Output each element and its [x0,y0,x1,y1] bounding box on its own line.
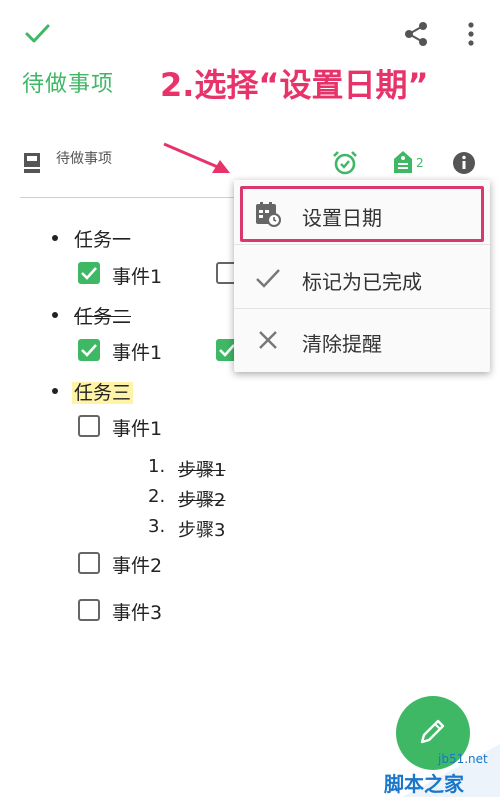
pointer-arrow-icon [163,142,230,173]
alarm-icon[interactable] [332,150,358,176]
event-checkbox-checked[interactable] [78,262,100,284]
share-icon[interactable] [402,20,430,48]
annotation-text: 2.选择“设置日期” [160,66,429,104]
step-3-text[interactable]: 步骤3 [178,516,225,542]
bullet [52,388,58,394]
event-2-text[interactable]: 事件2 [112,551,162,578]
event-1-text[interactable]: 事件1 [112,414,162,441]
menu-item-clear-reminder[interactable]: 清除提醒 [234,308,490,372]
notebook-icon [24,153,40,173]
event-3-text[interactable]: 事件3 [112,598,162,625]
menu-divider [234,244,490,245]
event-1-text[interactable]: 事件1 [112,262,162,289]
task-1-text[interactable]: 任务一 [74,225,131,252]
tag-icon[interactable] [392,150,414,174]
pencil-icon [420,719,445,744]
menu-item-mark-done[interactable]: 标记为已完成 [234,246,490,310]
bullet [52,312,58,318]
step-1-text[interactable]: 步骤1 [178,456,225,482]
menu-item-label: 清除提醒 [302,332,382,356]
step-2-text[interactable]: 步骤2 [178,486,225,512]
task-2-text[interactable]: 任务二 [74,302,131,329]
info-icon[interactable] [452,151,476,175]
event-checkbox-unchecked[interactable] [78,552,100,574]
bullet [52,235,58,241]
check-icon [256,269,280,288]
watermark-brand: 脚本之家 [384,772,464,796]
event-checkbox-checked[interactable] [78,339,100,361]
annotation-highlight-box [240,186,484,242]
watermark-site: jb51.net [438,752,488,766]
menu-item-label: 标记为已完成 [302,270,422,294]
event-checkbox-unchecked[interactable] [78,415,100,437]
task-3-text[interactable]: 任务三 [72,378,134,405]
note-title[interactable]: 待做事项 [22,66,114,98]
more-vert-icon[interactable] [458,20,484,48]
event-checkbox-unchecked[interactable] [78,599,100,621]
step-number: 3. [148,516,166,537]
tag-count: 2 [416,156,424,170]
notebook-name[interactable]: 待做事项 [56,148,112,168]
task-3-highlight: 任务三 [72,382,134,404]
done-check-icon[interactable] [22,18,52,48]
close-icon [259,331,277,349]
step-number: 2. [148,486,166,507]
step-number: 1. [148,456,166,477]
event-1-text[interactable]: 事件1 [112,338,162,365]
